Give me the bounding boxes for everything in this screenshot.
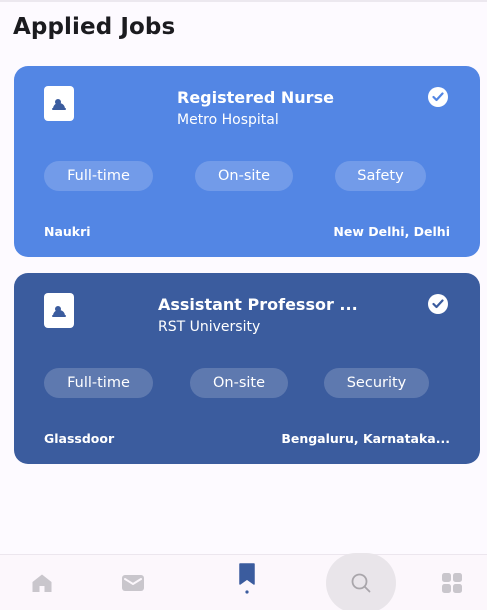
job-location: Bengaluru, Karnataka... [281, 431, 450, 446]
bookmark-icon [239, 563, 255, 594]
page-title: Applied Jobs [13, 14, 176, 40]
applied-check-icon [428, 294, 448, 314]
nav-search[interactable] [341, 555, 381, 610]
job-title: Registered Nurse [177, 88, 334, 107]
mail-icon [122, 575, 144, 591]
company-logo-icon [52, 305, 66, 317]
search-icon [351, 573, 371, 593]
tag-chip-category: Safety [335, 161, 426, 191]
job-source: Naukri [44, 224, 91, 239]
company-logo [44, 293, 74, 328]
job-location: New Delhi, Delhi [333, 224, 450, 239]
tag-chip-workplace: On-site [190, 368, 288, 398]
home-icon [32, 574, 52, 592]
nav-messages[interactable] [113, 555, 153, 610]
tag-chip-job-type: Full-time [44, 161, 153, 191]
tag-chip-workplace: On-site [195, 161, 293, 191]
applied-check-icon [428, 87, 448, 107]
company-logo-icon [52, 98, 66, 110]
company-logo [44, 86, 74, 121]
company-name: Metro Hospital [177, 112, 279, 128]
grid-icon [442, 573, 462, 593]
top-divider [0, 0, 487, 2]
nav-more[interactable] [432, 555, 472, 610]
tag-chip-job-type: Full-time [44, 368, 153, 398]
tag-chip-category: Security [324, 368, 429, 398]
nav-home[interactable] [22, 555, 62, 610]
job-title: Assistant Professor ... [158, 295, 358, 314]
company-name: RST University [158, 319, 261, 335]
job-source: Glassdoor [44, 431, 115, 446]
applied-jobs-screen: Applied Jobs Registered Nurse Metro Hosp… [0, 0, 487, 610]
job-card[interactable]: Assistant Professor ... RST University F… [14, 273, 480, 464]
nav-applied-jobs[interactable] [227, 555, 267, 610]
bottom-nav [0, 553, 487, 610]
job-card[interactable]: Registered Nurse Metro Hospital Full-tim… [14, 66, 480, 257]
